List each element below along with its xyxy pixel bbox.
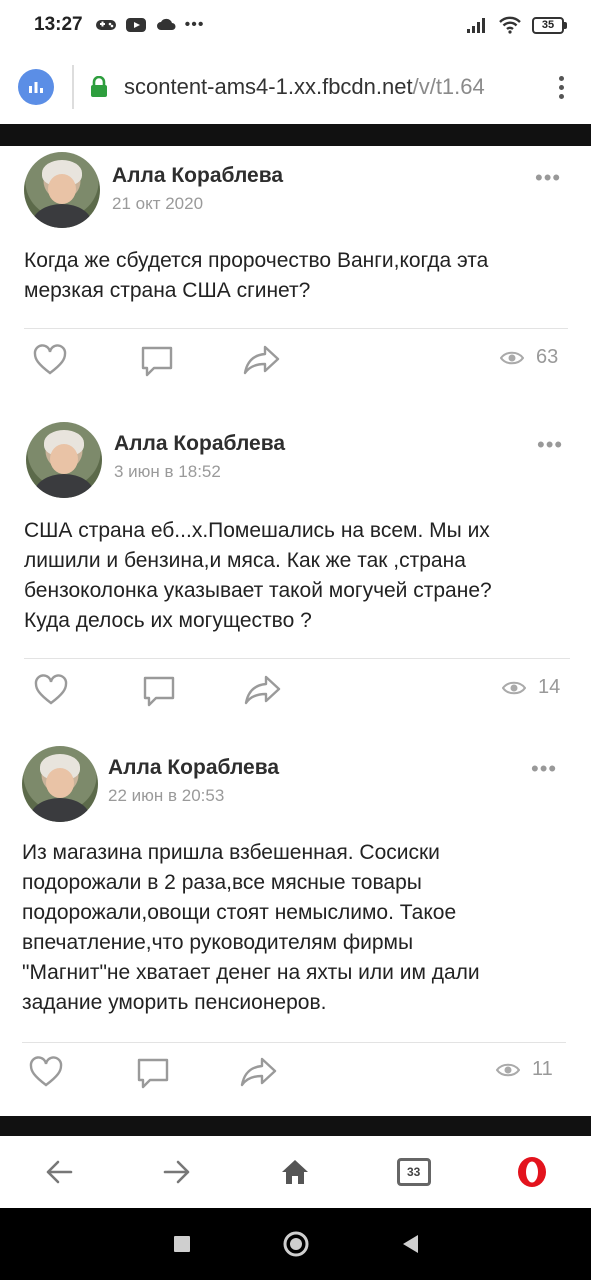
post-views: 63 [500,346,558,369]
status-notification-icons: ••• [95,16,205,34]
gamepad-icon [95,20,116,30]
site-info-icon[interactable] [18,69,54,105]
home-circle-icon[interactable] [282,1230,310,1258]
post-author[interactable]: Алла Кораблева [114,432,285,456]
share-arrow-icon[interactable] [240,1056,278,1088]
tabs-button[interactable]: 33 [384,1142,444,1202]
comment-icon[interactable] [140,344,174,378]
post-views: 11 [496,1058,553,1081]
eye-icon [500,351,524,364]
post-text: Из магазина пришла взбешенная. Сосиски п… [22,838,480,1018]
back-triangle-icon[interactable] [400,1233,420,1255]
post-text-line: Куда делось их могущество ? [24,609,312,632]
youtube-icon [125,18,146,32]
like-heart-icon[interactable] [29,1056,63,1088]
post-text-line: США страна еб...х.Помешались на всем. Мы… [24,519,490,542]
post-text-line: лишили и бензина,и мяса. Как же так ,стр… [24,549,466,572]
system-navigation-bar [0,1208,591,1280]
post-divider [24,658,570,659]
recent-apps-icon[interactable] [172,1234,192,1254]
post-more-icon[interactable]: ••• [537,434,563,456]
post-card: Алла Кораблева 3 июн в 18:52 ••• США стр… [0,416,591,746]
browser-bottom-bar: 33 [0,1136,591,1208]
avatar[interactable] [22,746,98,822]
post-text-line: "Магнит"не хватает денег на яхты или им … [22,961,480,984]
views-count: 11 [532,1058,553,1080]
views-count: 63 [536,346,559,368]
comment-icon[interactable] [142,674,176,708]
post-text: Когда же сбудется пророчество Ванги,когд… [24,246,488,306]
avatar[interactable] [26,422,102,498]
post-text-line: мерзкая страна США сгинет? [24,279,311,302]
post-card: Алла Кораблева 21 окт 2020 ••• Когда же … [0,146,591,416]
opera-logo-icon [517,1157,546,1187]
share-arrow-icon[interactable] [244,674,282,706]
forward-button[interactable] [147,1142,207,1202]
avatar[interactable] [24,152,100,228]
home-icon [282,1160,309,1184]
lock-icon[interactable] [90,76,108,98]
address-divider [72,65,74,109]
eye-icon [496,1063,520,1076]
home-button[interactable] [265,1142,325,1202]
post-text-line: бензоколонка указывает такой могучей стр… [24,579,492,602]
browser-menu-icon[interactable] [549,75,573,99]
post-author[interactable]: Алла Кораблева [108,756,279,780]
post-author[interactable]: Алла Кораблева [112,164,283,188]
post-more-icon[interactable]: ••• [535,167,561,189]
status-bar: 13:27 ••• 35 [0,0,591,50]
posts-feed: Алла Кораблева 21 окт 2020 ••• Когда же … [0,146,591,1116]
post-text-line: подорожали в 2 раза,все мясные товары [22,871,422,894]
post-text: США страна еб...х.Помешались на всем. Мы… [24,516,492,636]
post-views: 14 [502,676,560,699]
arrow-left-icon [46,1160,73,1184]
post-text-line: впечатление,что руководителям фирмы [22,931,414,954]
post-card: Алла Кораблева 22 июн в 20:53 ••• Из маг… [0,742,591,1116]
views-count: 14 [538,676,561,698]
signal-icon [467,18,485,33]
battery-icon: 35 [532,16,567,34]
wifi-icon [499,16,521,34]
arrow-right-icon [163,1160,190,1184]
post-actions: 11 [0,1056,591,1096]
url-field[interactable]: scontent-ams4-1.xx.fbcdn.net/v/t1.64 [124,74,539,100]
like-heart-icon[interactable] [34,674,68,706]
post-text-line: подорожали,овощи стоят немыслимо. Такое [22,901,457,924]
browser-address-bar: scontent-ams4-1.xx.fbcdn.net/v/t1.64 [0,50,591,124]
status-time: 13:27 [34,14,83,35]
battery-level: 35 [532,16,564,34]
post-more-icon[interactable]: ••• [531,758,557,780]
comment-icon[interactable] [136,1056,170,1090]
post-text-line: задание уморить пенсионеров. [22,991,327,1014]
opera-menu-button[interactable] [502,1142,562,1202]
url-host: scontent-ams4-1.xx.fbcdn.net [124,74,413,99]
post-date: 21 окт 2020 [112,194,204,213]
post-text-line: Из магазина пришла взбешенная. Сосиски [22,841,440,864]
url-path: /v/t1.64 [412,74,485,99]
tabs-count: 33 [396,1158,431,1186]
cloud-icon [156,18,176,30]
screenshot-border-bottom [0,1116,591,1136]
post-date: 3 июн в 18:52 [114,462,221,481]
post-date: 22 июн в 20:53 [108,786,225,805]
share-arrow-icon[interactable] [243,344,281,376]
eye-icon [502,681,526,694]
more-notifications-icon: ••• [184,16,205,33]
post-actions: 14 [0,674,591,714]
like-heart-icon[interactable] [33,344,67,376]
post-divider [22,1042,566,1043]
screenshot-border-top [0,124,591,146]
post-divider [24,328,568,329]
post-actions: 63 [0,344,591,384]
status-system-icons: 35 [466,16,567,34]
back-button[interactable] [29,1142,89,1202]
post-text-line: Когда же сбудется пророчество Ванги,когд… [24,249,489,272]
